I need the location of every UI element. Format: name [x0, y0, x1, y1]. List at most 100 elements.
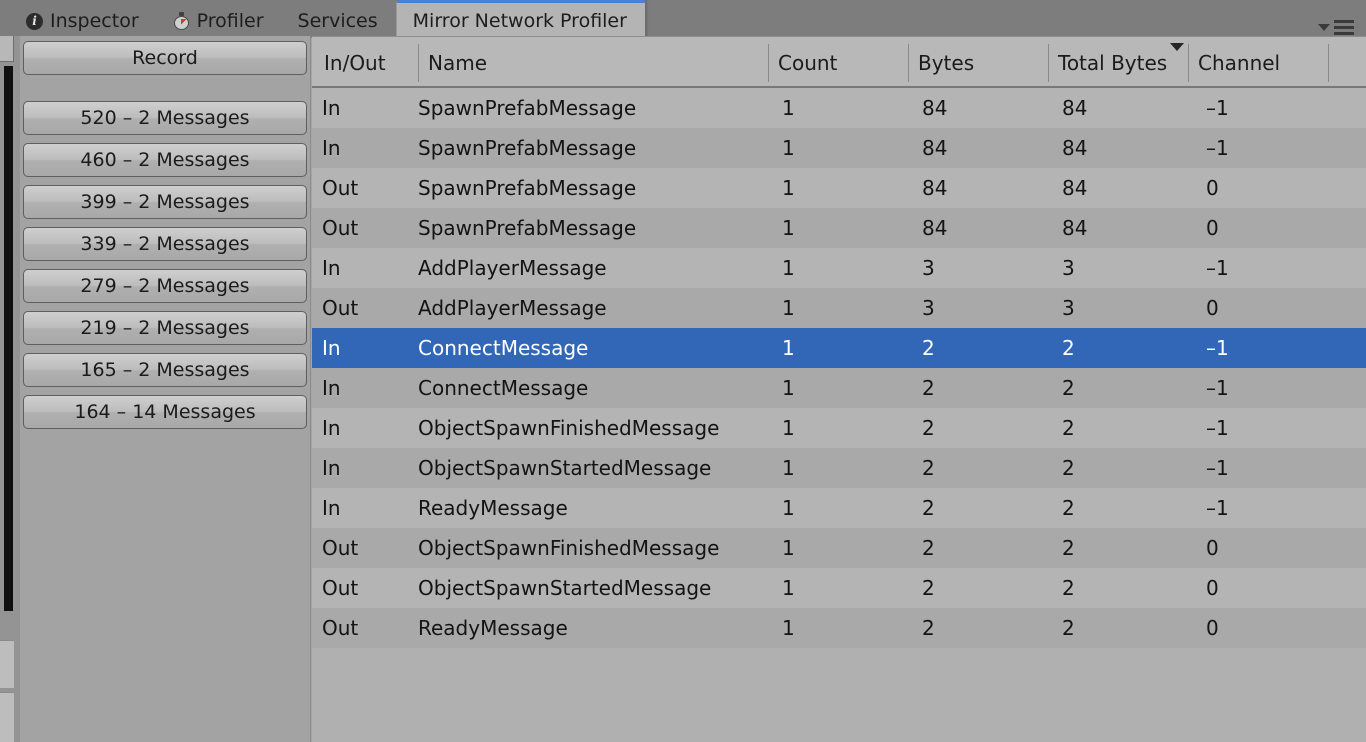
- tab-list: i Inspector Profiler Services Mirror Network…: [0, 0, 646, 38]
- column-header-label: Count: [778, 50, 838, 75]
- cell-totalbytes: 84: [1062, 216, 1088, 240]
- table-row[interactable]: Out SpawnPrefabMessage 1 84 84 0: [312, 208, 1366, 248]
- cell-name: SpawnPrefabMessage: [418, 136, 637, 160]
- cell-totalbytes: 3: [1062, 256, 1075, 280]
- cell-count: 1: [782, 616, 795, 640]
- table-row[interactable]: In ObjectSpawnFinishedMessage 1 2 2 –1: [312, 408, 1366, 448]
- frame-button-0[interactable]: 520 – 2 Messages: [23, 101, 307, 135]
- cell-totalbytes: 84: [1062, 176, 1088, 200]
- cell-name: ObjectSpawnStartedMessage: [418, 456, 712, 480]
- cell-count: 1: [782, 256, 795, 280]
- cell-count: 1: [782, 536, 795, 560]
- table-empty-space: [312, 648, 1366, 742]
- frame-button-4[interactable]: 279 – 2 Messages: [23, 269, 307, 303]
- table-row[interactable]: Out ObjectSpawnStartedMessage 1 2 2 0: [312, 568, 1366, 608]
- cell-bytes: 2: [922, 496, 935, 520]
- cell-channel: –1: [1206, 96, 1229, 120]
- cell-channel: 0: [1206, 296, 1219, 320]
- table-body: In SpawnPrefabMessage 1 84 84 –1 In SpawnPrefab…: [312, 88, 1366, 648]
- cell-channel: –1: [1206, 416, 1229, 440]
- cell-name: SpawnPrefabMessage: [418, 216, 637, 240]
- frame-button-label: 279 – 2 Messages: [80, 275, 250, 297]
- table-row[interactable]: Out SpawnPrefabMessage 1 84 84 0: [312, 168, 1366, 208]
- cell-name: ReadyMessage: [418, 616, 568, 640]
- frame-button-label: 520 – 2 Messages: [80, 107, 250, 129]
- tab-profiler[interactable]: Profiler: [157, 4, 282, 38]
- table-row[interactable]: Out AddPlayerMessage 1 3 3 0: [312, 288, 1366, 328]
- tab-mirror-network-profiler[interactable]: Mirror Network Profiler: [395, 0, 646, 38]
- cell-name: ReadyMessage: [418, 496, 568, 520]
- tab-services[interactable]: Services: [282, 4, 396, 38]
- column-header-inout[interactable]: In/Out: [314, 37, 418, 88]
- vertical-scrollbar[interactable]: [4, 66, 13, 611]
- cell-inout: Out: [322, 176, 359, 200]
- cell-channel: –1: [1206, 376, 1229, 400]
- cell-name: ConnectMessage: [418, 336, 589, 360]
- cell-name: SpawnPrefabMessage: [418, 176, 637, 200]
- cell-count: 1: [782, 176, 795, 200]
- frame-button-5[interactable]: 219 – 2 Messages: [23, 311, 307, 345]
- cell-count: 1: [782, 296, 795, 320]
- cell-bytes: 2: [922, 376, 935, 400]
- frame-button-2[interactable]: 399 – 2 Messages: [23, 185, 307, 219]
- frame-button-label: 164 – 14 Messages: [74, 401, 256, 423]
- cell-totalbytes: 2: [1062, 376, 1075, 400]
- column-header-count[interactable]: Count: [768, 37, 908, 88]
- chevron-down-icon[interactable]: [1318, 24, 1330, 31]
- cell-channel: 0: [1206, 176, 1219, 200]
- cell-count: 1: [782, 456, 795, 480]
- hamburger-menu-icon[interactable]: [1334, 20, 1354, 35]
- cell-bytes: 84: [922, 96, 948, 120]
- frame-button-7[interactable]: 164 – 14 Messages: [23, 395, 307, 429]
- cell-inout: In: [322, 96, 341, 120]
- table-row[interactable]: Out ReadyMessage 1 2 2 0: [312, 608, 1366, 648]
- cell-channel: 0: [1206, 616, 1219, 640]
- cell-inout: Out: [322, 576, 359, 600]
- column-divider[interactable]: [1188, 44, 1189, 82]
- table-header-row: In/Out Name Count Bytes Total Bytes Channel: [312, 36, 1366, 88]
- cell-inout: In: [322, 416, 341, 440]
- column-header-totalbytes[interactable]: Total Bytes: [1048, 37, 1188, 88]
- table-row[interactable]: In SpawnPrefabMessage 1 84 84 –1: [312, 88, 1366, 128]
- cell-bytes: 2: [922, 456, 935, 480]
- table-row[interactable]: In ObjectSpawnStartedMessage 1 2 2 –1: [312, 448, 1366, 488]
- table-row[interactable]: Out ObjectSpawnFinishedMessage 1 2 2 0: [312, 528, 1366, 568]
- cell-inout: In: [322, 136, 341, 160]
- column-header-name[interactable]: Name: [418, 37, 768, 88]
- table-row[interactable]: In ReadyMessage 1 2 2 –1: [312, 488, 1366, 528]
- cell-totalbytes: 2: [1062, 536, 1075, 560]
- column-divider[interactable]: [908, 44, 909, 82]
- tab-inspector[interactable]: i Inspector: [0, 4, 157, 38]
- record-button[interactable]: Record: [23, 41, 307, 75]
- cell-name: SpawnPrefabMessage: [418, 96, 637, 120]
- editor-tab-bar: i Inspector Profiler Services Mirror Network…: [0, 0, 1366, 38]
- frame-button-1[interactable]: 460 – 2 Messages: [23, 143, 307, 177]
- cell-inout: In: [322, 376, 341, 400]
- cell-count: 1: [782, 136, 795, 160]
- message-table-panel: In/Out Name Count Bytes Total Bytes Channel I…: [312, 36, 1366, 742]
- cell-bytes: 3: [922, 256, 935, 280]
- table-row[interactable]: In AddPlayerMessage 1 3 3 –1: [312, 248, 1366, 288]
- column-header-channel[interactable]: Channel: [1188, 37, 1326, 88]
- column-divider[interactable]: [1048, 44, 1049, 82]
- column-divider[interactable]: [1328, 44, 1329, 82]
- column-divider[interactable]: [418, 44, 419, 82]
- frame-button-label: 219 – 2 Messages: [80, 317, 250, 339]
- cell-totalbytes: 2: [1062, 336, 1075, 360]
- cell-totalbytes: 2: [1062, 416, 1075, 440]
- frame-button-6[interactable]: 165 – 2 Messages: [23, 353, 307, 387]
- frame-button-3[interactable]: 339 – 2 Messages: [23, 227, 307, 261]
- column-header-bytes[interactable]: Bytes: [908, 37, 1048, 88]
- table-row[interactable]: In SpawnPrefabMessage 1 84 84 –1: [312, 128, 1366, 168]
- frame-button-label: 399 – 2 Messages: [80, 191, 250, 213]
- cell-channel: –1: [1206, 336, 1229, 360]
- table-row[interactable]: In ConnectMessage 1 2 2 –1: [312, 328, 1366, 368]
- table-row[interactable]: In ConnectMessage 1 2 2 –1: [312, 368, 1366, 408]
- column-header-label: In/Out: [324, 50, 386, 75]
- column-divider[interactable]: [768, 44, 769, 82]
- sort-descending-icon[interactable]: [1170, 43, 1184, 51]
- tab-label: Mirror Network Profiler: [412, 10, 627, 32]
- cell-inout: Out: [322, 216, 359, 240]
- cell-inout: In: [322, 256, 341, 280]
- panel-options-menu[interactable]: [1318, 20, 1354, 35]
